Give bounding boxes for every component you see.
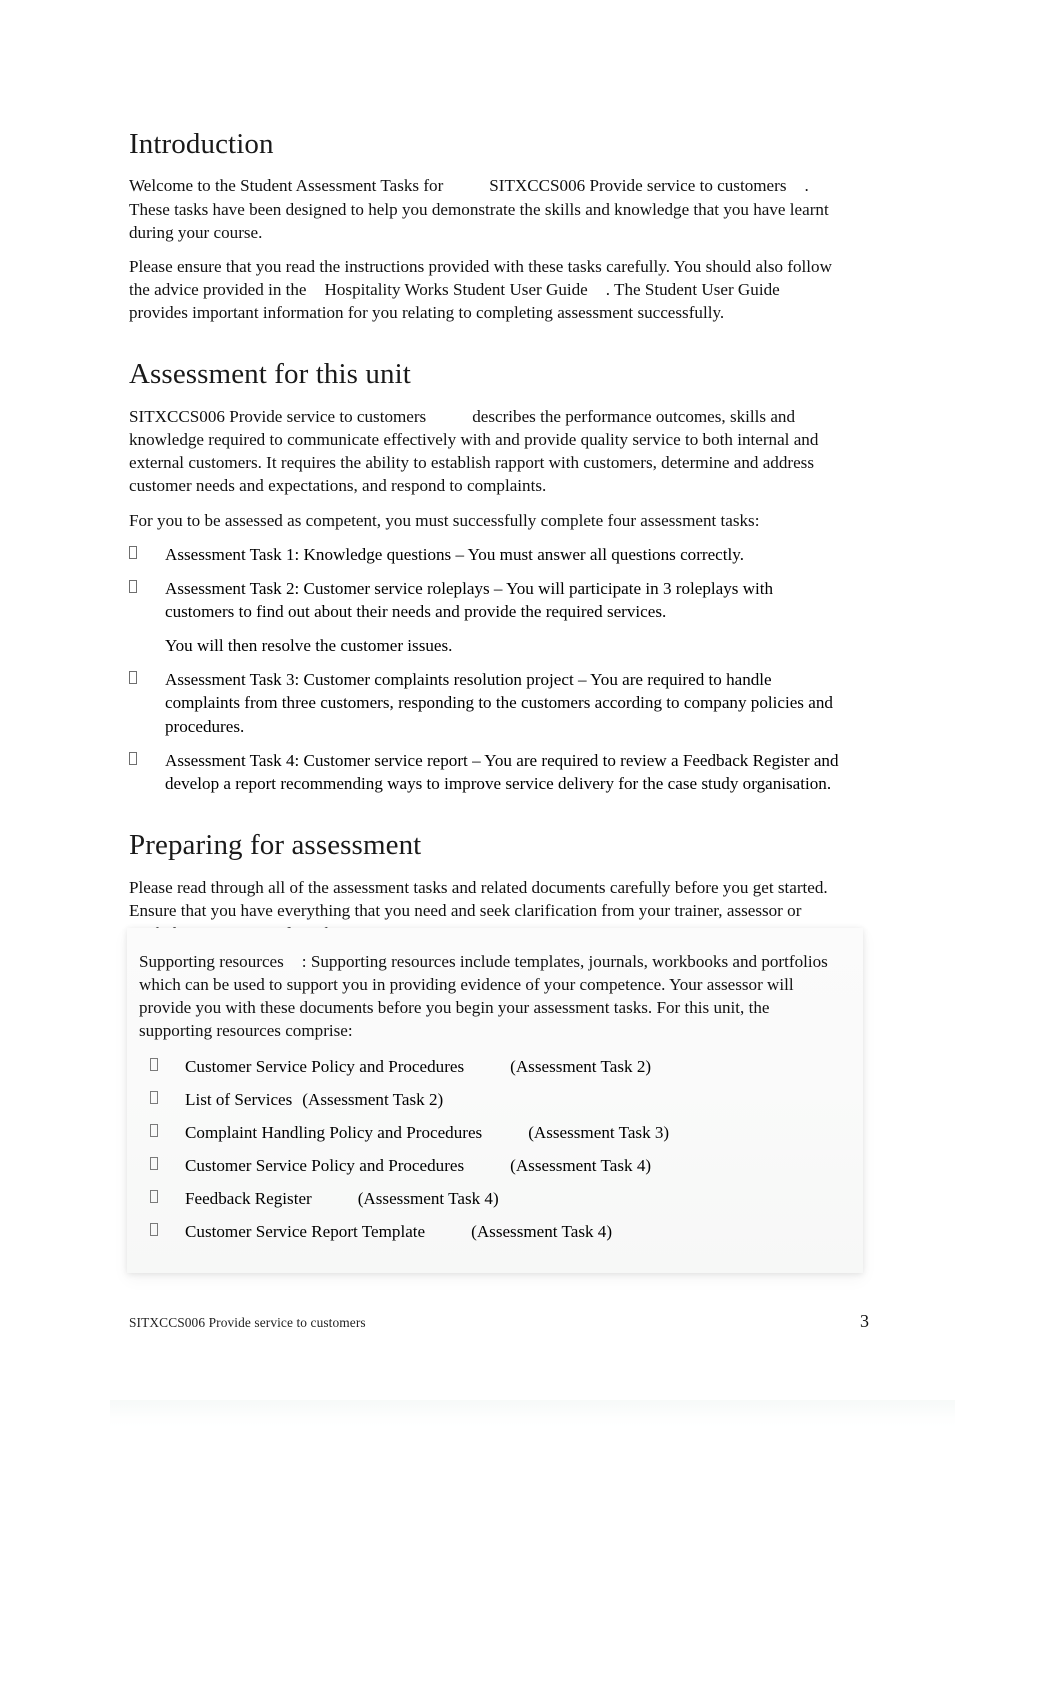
heading-assessment-for-this-unit: Assessment for this unit [129, 358, 411, 391]
list-item: Assessment Task 2: Customer service role… [129, 577, 841, 623]
resource-name: Customer Service Policy and Procedures [185, 1056, 465, 1076]
document-body: Introduction Welcome to the Student Asse… [129, 128, 841, 956]
bullet-box-icon [129, 671, 137, 685]
supporting-resources-callout: Supporting resources: Supporting resourc… [127, 928, 863, 1273]
assessment-task-list: Assessment Task 1: Knowledge questions –… [129, 543, 841, 623]
document-page: Introduction Welcome to the Student Asse… [0, 0, 1062, 1691]
assessment-task-list-continued: Assessment Task 3: Customer complaints r… [129, 668, 841, 795]
bullet-box-icon [150, 1222, 158, 1236]
list-item: Customer Service Policy and Procedures (A… [139, 1154, 837, 1177]
callout-paragraph: Supporting resources: Supporting resourc… [139, 950, 837, 1043]
student-user-guide-title: Hospitality Works Student User Guide [324, 280, 588, 300]
paragraph-lead-in: For you to be assessed as competent, you… [129, 510, 760, 530]
resource-name: Complaint Handling Policy and Procedures [185, 1122, 483, 1142]
resource-name: Customer Service Policy and Procedures [185, 1155, 465, 1175]
bullet-box-icon [150, 1090, 158, 1104]
resource-name: List of Services [185, 1089, 293, 1109]
assessment-task-4-text: Assessment Task 4: Customer service repo… [165, 750, 839, 793]
bullet-box-icon [129, 545, 137, 559]
bullet-box-icon [150, 1057, 158, 1071]
footer-unit-text: SITXCCS006 Provide service to customers [129, 1315, 366, 1330]
heading-introduction: Introduction [129, 128, 274, 160]
resource-task: (Assessment Task 3) [528, 1122, 670, 1142]
resource-task: (Assessment Task 4) [510, 1155, 652, 1175]
list-item: List of Services (Assessment Task 2) [139, 1088, 837, 1111]
bullet-box-icon [129, 751, 137, 765]
list-item: Feedback Register (Assessment Task 4) [139, 1187, 837, 1210]
resource-task: (Assessment Task 4) [357, 1188, 499, 1208]
list-item: Complaint Handling Policy and Procedures… [139, 1121, 837, 1144]
resource-name: Customer Service Report Template [185, 1221, 426, 1241]
resource-name: Feedback Register [185, 1188, 312, 1208]
assessment-task-2-text: Assessment Task 2: Customer service role… [165, 578, 774, 621]
callout-box: Supporting resources: Supporting resourc… [127, 928, 863, 1273]
resource-task: (Assessment Task 4) [471, 1221, 613, 1241]
bullet-box-icon [150, 1123, 158, 1137]
resource-task: (Assessment Task 2) [302, 1089, 444, 1109]
paragraph-welcome: Welcome to the Student Assessment Tasks … [129, 174, 841, 243]
assessment-task-2-note: You will then resolve the customer issue… [165, 636, 453, 656]
footer-page-number: 3 [860, 1311, 869, 1331]
list-item: Assessment Task 4: Customer service repo… [129, 749, 841, 795]
unit-code-text: SITXCCS006 Provide service to customers [129, 406, 427, 426]
unit-code-inline: SITXCCS006 Provide service to customers [489, 176, 787, 196]
paragraph-unit-description: SITXCCS006 Provide service to customers d… [129, 405, 841, 498]
footer-divider [110, 1400, 955, 1428]
page-footer: SITXCCS006 Provide service to customers … [129, 1311, 869, 1332]
heading-preparing-for-assessment: Preparing for assessment [129, 829, 422, 862]
paragraph-instructions: Please ensure that you read the instruct… [129, 255, 841, 324]
list-item: Assessment Task 1: Knowledge questions –… [129, 543, 841, 566]
bullet-box-icon [129, 579, 137, 593]
resource-task: (Assessment Task 2) [510, 1056, 652, 1076]
list-item: Customer Service Policy and Procedures (A… [139, 1055, 837, 1078]
welcome-text-lead: Welcome to the Student Assessment Tasks … [129, 176, 444, 196]
list-item: Customer Service Report Template (Assessm… [139, 1220, 837, 1243]
bullet-box-icon [150, 1156, 158, 1170]
supporting-resources-list: Customer Service Policy and Procedures (A… [139, 1055, 837, 1243]
callout-label: Supporting resources [139, 952, 284, 971]
bullet-box-icon [150, 1189, 158, 1203]
assessment-task-3-text: Assessment Task 3: Customer complaints r… [165, 670, 833, 736]
assessment-task-1-text: Assessment Task 1: Knowledge questions –… [165, 544, 744, 564]
list-item: Assessment Task 3: Customer complaints r… [129, 668, 841, 737]
